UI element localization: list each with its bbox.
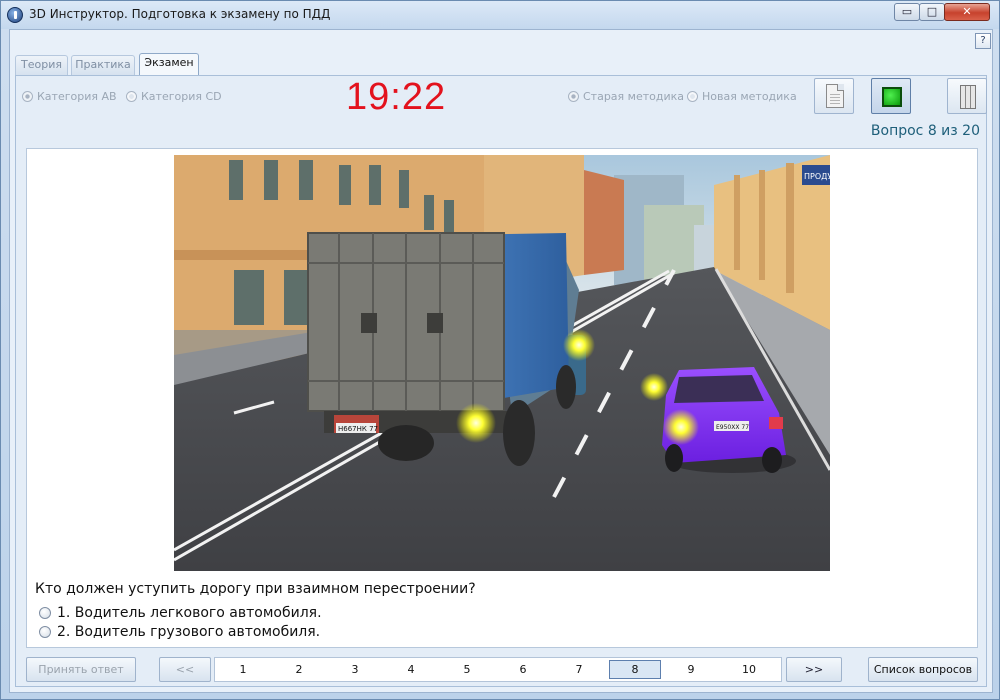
shop-sign: ПРОДУКТЫ	[804, 172, 830, 181]
page-item-current[interactable]: 8	[609, 660, 661, 679]
tab-exam[interactable]: Экзамен	[139, 53, 199, 76]
next-page-button[interactable]: >>	[786, 657, 842, 682]
answer-option-1[interactable]: 1. Водитель легкового автомобиля.	[39, 605, 322, 621]
page-item[interactable]: 10	[723, 660, 775, 679]
radio-icon[interactable]	[39, 626, 51, 638]
columns-button[interactable]	[947, 78, 987, 114]
truck-license-plate: Н667НК 77	[338, 425, 378, 433]
page-item[interactable]: 3	[329, 660, 381, 679]
question-image: ПРОДУКТЫ	[174, 155, 830, 571]
document-icon	[826, 84, 844, 108]
question-text: Кто должен уступить дорогу при взаимном …	[35, 581, 476, 597]
green-square-icon	[882, 87, 902, 107]
window-title: 3D Инструктор. Подготовка к экзамену по …	[29, 7, 331, 21]
radio-dot-icon	[22, 91, 33, 102]
car-license-plate: Е950ХХ 77	[716, 424, 749, 431]
tab-practice[interactable]: Практика	[71, 55, 135, 75]
method-old-label: Старая методика	[583, 90, 685, 103]
exam-panel: Категория AB Категория CD 19:22 Старая м…	[15, 75, 987, 687]
columns-icon	[960, 85, 976, 109]
page-item[interactable]: 4	[385, 660, 437, 679]
app-window: 3D Инструктор. Подготовка к экзамену по …	[0, 0, 1000, 700]
method-new-radio[interactable]: Новая методика	[687, 90, 797, 103]
client-area: ? Теория Практика Экзамен Категория AB К…	[9, 29, 993, 693]
exam-timer: 19:22	[346, 76, 447, 118]
category-ab-label: Категория AB	[37, 90, 117, 103]
radio-dot-icon	[687, 91, 698, 102]
page-item[interactable]: 9	[665, 660, 717, 679]
page-item[interactable]: 6	[497, 660, 549, 679]
answer-label: 2. Водитель грузового автомобиля.	[57, 624, 321, 640]
question-counter: Вопрос 8 из 20	[870, 123, 980, 139]
road-scene-illustration: ПРОДУКТЫ	[174, 155, 830, 571]
answer-label: 1. Водитель легкового автомобиля.	[57, 605, 322, 621]
question-list-button[interactable]: Список вопросов	[868, 657, 978, 682]
page-item[interactable]: 2	[273, 660, 325, 679]
document-button[interactable]	[814, 78, 854, 114]
category-ab-radio[interactable]: Категория AB	[22, 90, 117, 103]
help-button[interactable]: ?	[975, 33, 991, 49]
question-panel: ПРОДУКТЫ	[26, 148, 978, 648]
app-info-icon	[7, 7, 23, 23]
page-item[interactable]: 1	[217, 660, 269, 679]
method-new-label: Новая методика	[702, 90, 797, 103]
accept-answer-button[interactable]: Принять ответ	[26, 657, 136, 682]
answer-option-2[interactable]: 2. Водитель грузового автомобиля.	[39, 624, 320, 640]
title-bar[interactable]: 3D Инструктор. Подготовка к экзамену по …	[1, 1, 999, 29]
close-button[interactable]: ✕	[944, 3, 990, 21]
tab-theory[interactable]: Теория	[15, 55, 68, 75]
minimize-button[interactable]: ▭	[894, 3, 920, 21]
category-cd-label: Категория CD	[141, 90, 222, 103]
page-item[interactable]: 7	[553, 660, 605, 679]
prev-page-button[interactable]: <<	[159, 657, 211, 682]
question-pagination: 1 2 3 4 5 6 7 8 9 10	[214, 657, 782, 682]
status-button[interactable]	[871, 78, 911, 114]
radio-dot-icon	[126, 91, 137, 102]
page-item[interactable]: 5	[441, 660, 493, 679]
radio-icon[interactable]	[39, 607, 51, 619]
method-old-radio[interactable]: Старая методика	[568, 90, 684, 103]
radio-dot-icon	[568, 91, 579, 102]
maximize-button[interactable]: □	[919, 3, 945, 21]
category-cd-radio[interactable]: Категория CD	[126, 90, 222, 103]
